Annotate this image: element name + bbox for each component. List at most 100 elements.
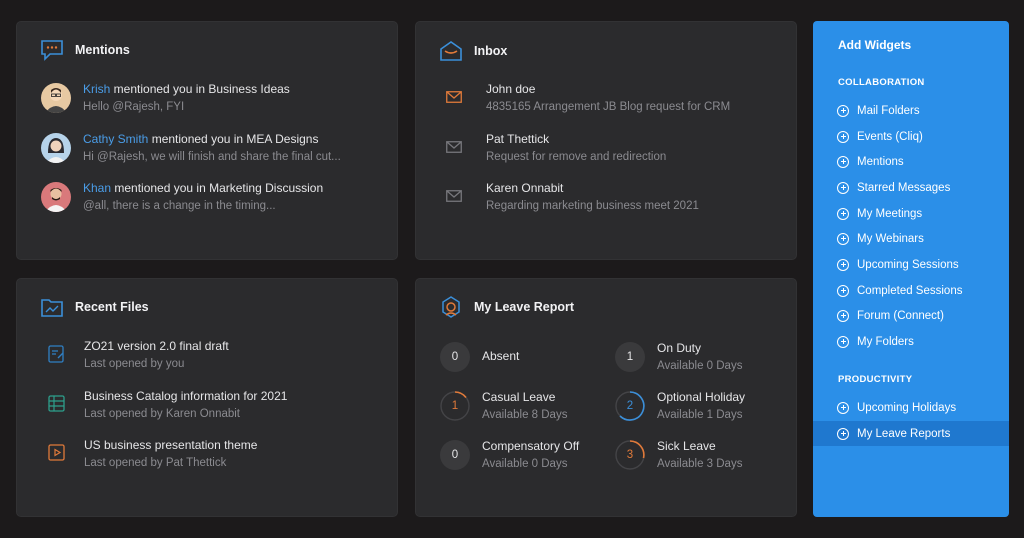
widget-item-my-webinars[interactable]: My Webinars xyxy=(813,226,1009,251)
add-circle-icon xyxy=(837,207,849,220)
mention-author[interactable]: Cathy Smith xyxy=(83,132,148,146)
widget-item-events-cliq[interactable]: Events (Cliq) xyxy=(813,124,1009,149)
leave-available: Available 3 Days xyxy=(657,458,743,470)
message-subject: Request for remove and redirection xyxy=(486,151,667,163)
leave-type: Casual Leave xyxy=(482,390,556,404)
widget-item-mentions[interactable]: Mentions xyxy=(813,149,1009,174)
mention-item[interactable]: Cathy Smith mentioned you in MEA Designs… xyxy=(41,131,341,165)
envelope-icon xyxy=(444,186,464,206)
productivity-section-label: PRODUCTIVITY xyxy=(838,374,913,385)
leave-report-header: My Leave Report xyxy=(438,295,574,319)
add-widgets-title: Add Widgets xyxy=(838,38,912,52)
add-circle-icon xyxy=(837,155,849,168)
inbox-title: Inbox xyxy=(474,44,508,58)
file-meta: Last opened by Karen Onnabit xyxy=(84,408,241,420)
inbox-message[interactable]: Pat Thettick Request for remove and redi… xyxy=(444,131,666,165)
leave-count: 0 xyxy=(440,342,470,372)
collaboration-section-label: COLLABORATION xyxy=(838,77,925,88)
leave-type: Compensatory Off xyxy=(482,439,580,453)
add-circle-icon xyxy=(837,130,849,143)
presentation-icon xyxy=(47,443,67,463)
leave-report-widget: My Leave Report 0 Absent 1 On Duty Avail… xyxy=(415,278,797,517)
spreadsheet-icon xyxy=(47,394,67,414)
widget-item-completed-sessions[interactable]: Completed Sessions xyxy=(813,278,1009,303)
leave-report-title: My Leave Report xyxy=(474,300,575,314)
file-name: US business presentation theme xyxy=(84,438,258,452)
add-widgets-panel: Add Widgets COLLABORATION Mail Folders E… xyxy=(813,21,1009,517)
message-subject: 4835165 Arrangement JB Blog request for … xyxy=(486,101,731,113)
leave-absent[interactable]: 0 Absent xyxy=(440,340,519,372)
message-sender: Pat Thettick xyxy=(486,132,550,146)
calendar-leave-icon xyxy=(438,295,464,319)
leave-available: Available 0 Days xyxy=(482,458,568,470)
add-circle-icon xyxy=(837,258,849,271)
recent-files-header: Recent Files xyxy=(39,295,149,319)
leave-count: 3 xyxy=(615,440,645,470)
file-meta: Last opened by Pat Thettick xyxy=(84,457,227,469)
file-name: Business Catalog information for 2021 xyxy=(84,389,288,403)
mention-author[interactable]: Khan xyxy=(83,181,111,195)
file-item[interactable]: US business presentation theme Last open… xyxy=(47,437,257,471)
file-item[interactable]: Business Catalog information for 2021 La… xyxy=(47,388,287,422)
leave-casual[interactable]: 1 Casual Leave Available 8 Days xyxy=(440,389,567,423)
leave-count: 0 xyxy=(440,440,470,470)
file-meta: Last opened by you xyxy=(84,358,185,370)
add-circle-icon xyxy=(837,232,849,245)
mention-preview: Hello @Rajesh, FYI xyxy=(83,101,185,113)
file-item[interactable]: ZO21 version 2.0 final draft Last opened… xyxy=(47,338,229,372)
widget-item-upcoming-sessions[interactable]: Upcoming Sessions xyxy=(813,252,1009,277)
mention-author[interactable]: Krish xyxy=(83,82,110,96)
leave-count: 1 xyxy=(440,391,470,421)
message-sender: Karen Onnabit xyxy=(486,181,564,195)
leave-count: 1 xyxy=(615,342,645,372)
inbox-message[interactable]: John doe 4835165 Arrangement JB Blog req… xyxy=(444,81,730,115)
mentions-title: Mentions xyxy=(75,43,130,57)
folder-icon xyxy=(39,295,65,319)
add-circle-icon xyxy=(837,335,849,348)
mention-text: mentioned you in Business Ideas xyxy=(110,82,290,96)
widget-item-my-folders[interactable]: My Folders xyxy=(813,329,1009,354)
message-sender: John doe xyxy=(486,82,536,96)
leave-type: Sick Leave xyxy=(657,439,716,453)
add-circle-icon xyxy=(837,309,849,322)
file-name: ZO21 version 2.0 final draft xyxy=(84,339,229,353)
widget-item-upcoming-holidays[interactable]: Upcoming Holidays xyxy=(813,395,1009,420)
leave-optional-holiday[interactable]: 2 Optional Holiday Available 1 Days xyxy=(615,389,745,423)
add-circle-icon xyxy=(837,181,849,194)
leave-sick[interactable]: 3 Sick Leave Available 3 Days xyxy=(615,438,742,472)
inbox-icon xyxy=(438,39,464,63)
avatar xyxy=(41,83,71,113)
widget-item-my-leave-reports[interactable]: My Leave Reports xyxy=(813,421,1009,446)
recent-files-title: Recent Files xyxy=(75,300,149,314)
mentions-widget: Mentions Krish mentioned you in Business… xyxy=(16,21,398,260)
leave-available: Available 8 Days xyxy=(482,409,568,421)
widget-item-starred-messages[interactable]: Starred Messages xyxy=(813,175,1009,200)
leave-type: Optional Holiday xyxy=(657,390,746,404)
document-icon xyxy=(47,344,67,364)
mention-item[interactable]: Krish mentioned you in Business Ideas He… xyxy=(41,81,290,115)
mentions-header: Mentions xyxy=(39,38,130,62)
avatar xyxy=(41,133,71,163)
leave-on-duty[interactable]: 1 On Duty Available 0 Days xyxy=(615,340,742,374)
widget-item-my-meetings[interactable]: My Meetings xyxy=(813,201,1009,226)
widget-item-forum-connect[interactable]: Forum (Connect) xyxy=(813,303,1009,328)
inbox-widget: Inbox John doe 4835165 Arrangement JB Bl… xyxy=(415,21,797,260)
add-circle-icon xyxy=(837,284,849,297)
chat-bubble-icon xyxy=(39,38,65,62)
message-subject: Regarding marketing business meet 2021 xyxy=(486,200,699,212)
widget-item-mail-folders[interactable]: Mail Folders xyxy=(813,98,1009,123)
mention-preview: @all, there is a change in the timing... xyxy=(83,200,276,212)
recent-files-widget: Recent Files ZO21 version 2.0 final draf… xyxy=(16,278,398,517)
add-circle-icon xyxy=(837,427,849,440)
inbox-message[interactable]: Karen Onnabit Regarding marketing busine… xyxy=(444,180,699,214)
mention-preview: Hi @Rajesh, we will finish and share the… xyxy=(83,151,341,163)
add-circle-icon xyxy=(837,104,849,117)
mention-item[interactable]: Khan mentioned you in Marketing Discussi… xyxy=(41,180,323,214)
leave-available: Available 0 Days xyxy=(657,360,743,372)
mention-text: mentioned you in Marketing Discussion xyxy=(111,181,324,195)
leave-compensatory-off[interactable]: 0 Compensatory Off Available 0 Days xyxy=(440,438,579,472)
leave-available: Available 1 Days xyxy=(657,409,743,421)
leave-type: Absent xyxy=(482,349,520,363)
leave-type: On Duty xyxy=(657,341,702,355)
envelope-icon xyxy=(444,87,464,107)
